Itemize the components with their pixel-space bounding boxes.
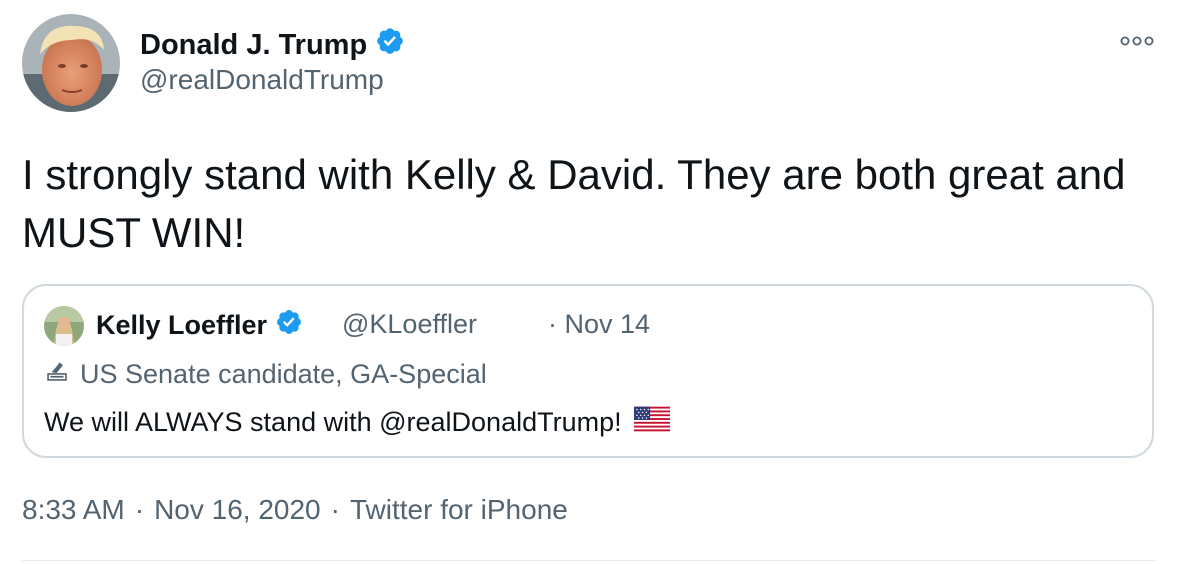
quoted-author-handle[interactable]: @KLoeffler [342, 309, 477, 340]
tweet-text: I strongly stand with Kelly & David. The… [22, 151, 1126, 256]
us-flag-icon [633, 406, 670, 439]
quoted-tweet-text: We will ALWAYS stand with @realDonaldTru… [44, 406, 670, 439]
author-avatar[interactable] [22, 14, 120, 112]
ballot-box-icon [44, 358, 70, 391]
meta-separator: · [134, 494, 145, 525]
quoted-author-name-text[interactable]: Kelly Loeffler [96, 310, 267, 341]
quoted-verified-badge-icon [275, 308, 303, 343]
tweet-meta: 8:33 AM · Nov 16, 2020 · Twitter for iPhone [22, 494, 568, 526]
tweet-source-link[interactable]: Twitter for iPhone [350, 494, 568, 525]
quoted-author-avatar[interactable] [44, 306, 84, 346]
tweet-time[interactable]: 8:33 AM [22, 494, 125, 525]
quoted-avatar-image [44, 306, 84, 346]
quoted-author-label: US Senate candidate, GA-Special [44, 358, 487, 391]
author-name[interactable]: Donald J. Trump [140, 26, 405, 64]
quoted-tweet-date[interactable]: · Nov 14 [548, 309, 650, 340]
author-name-text[interactable]: Donald J. Trump [140, 29, 367, 62]
meta-separator-2: · [330, 494, 340, 525]
quoted-tweet-card[interactable]: Kelly Loeffler @KLoeffler · Nov 14 US Se… [22, 284, 1154, 458]
quoted-author-name[interactable]: Kelly Loeffler [96, 308, 303, 343]
tweet-date[interactable]: Nov 16, 2020 [154, 494, 321, 525]
more-options-icon[interactable] [1120, 34, 1154, 53]
author-avatar-image [22, 14, 120, 112]
author-handle[interactable]: @realDonaldTrump [140, 64, 384, 96]
verified-badge-icon [375, 26, 405, 64]
quoted-tweet-text-body: We will ALWAYS stand with @realDonaldTru… [44, 407, 622, 437]
quoted-author-label-text: US Senate candidate, GA-Special [80, 359, 487, 389]
divider [22, 560, 1156, 561]
